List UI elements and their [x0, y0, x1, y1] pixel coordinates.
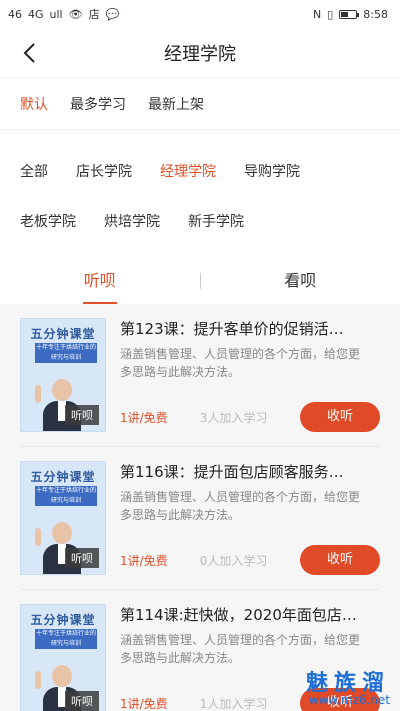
course-thumbnail: 五分钟课堂 十年专注于烘焙行业的研究与培训 听呗	[20, 461, 106, 575]
course-thumbnail: 五分钟课堂 十年专注于烘焙行业的研究与培训 听呗	[20, 604, 106, 711]
course-price: 1讲/免费	[120, 411, 168, 425]
course-info: 第123课：提升客单价的促销活… 涵盖销售管理、人员管理的各个方面，给您更多思路…	[120, 318, 380, 432]
thumbnail-tag: 听呗	[65, 405, 99, 425]
back-button[interactable]	[14, 36, 44, 70]
listen-button[interactable]: 收听	[300, 545, 380, 575]
category-newbie[interactable]: 新手学院	[188, 211, 244, 231]
network-type-icon: 4G	[28, 7, 44, 21]
bars-icon: ull	[49, 7, 63, 21]
category-filter: 全部 店长学院 经理学院 导购学院 老板学院 烘培学院 新手学院	[0, 130, 400, 246]
course-title: 第123课：提升客单价的促销活…	[120, 320, 344, 338]
course-list: 五分钟课堂 十年专注于烘焙行业的研究与培训 听呗 第123课：提升客单价的促销活…	[0, 304, 400, 711]
thumbnail-title: 五分钟课堂	[30, 613, 96, 627]
course-description: 涵盖销售管理、人员管理的各个方面，给您更多思路与此解决方法。	[120, 347, 361, 379]
category-all[interactable]: 全部	[20, 161, 48, 181]
category-boss[interactable]: 老板学院	[20, 211, 76, 231]
sort-newest[interactable]: 最新上架	[148, 94, 204, 114]
nfc-icon: N	[313, 7, 322, 21]
course-meta: 1讲/免费 3人加入学习	[120, 409, 267, 426]
course-title: 第116课：提升面包店顾客服务…	[120, 463, 344, 481]
category-manager[interactable]: 经理学院	[160, 161, 216, 181]
category-sales-guide[interactable]: 导购学院	[244, 161, 300, 181]
course-learners: 0人加入学习	[199, 554, 268, 568]
status-left: 46 4G ull 👁 店 💬	[8, 9, 119, 20]
thumbnail-subtitle: 十年专注于烘焙行业的研究与培训	[35, 343, 97, 363]
battery-icon	[339, 9, 360, 19]
status-right: N ▯ 8:58	[313, 8, 388, 21]
tab-bar: 听呗 看呗	[0, 258, 400, 304]
tab-watch[interactable]: 看呗	[201, 258, 400, 304]
course-meta: 1讲/免费 1人加入学习	[120, 695, 267, 711]
course-price: 1讲/免费	[120, 697, 168, 711]
sort-bar: 默认 最多学习 最新上架	[0, 78, 400, 130]
course-thumbnail: 五分钟课堂 十年专注于烘焙行业的研究与培训 听呗	[20, 318, 106, 432]
thumbnail-title: 五分钟课堂	[30, 470, 96, 484]
signal-icon: 46	[8, 7, 22, 21]
category-row: 老板学院 烘培学院 新手学院	[20, 196, 400, 246]
category-store-manager[interactable]: 店长学院	[76, 161, 132, 181]
chat-icon: 💬	[105, 7, 120, 21]
eye-icon: 👁	[68, 7, 83, 21]
course-card[interactable]: 五分钟课堂 十年专注于烘焙行业的研究与培训 听呗 第116课：提升面包店顾客服务…	[20, 447, 380, 590]
status-bar: 46 4G ull 👁 店 💬 N ▯ 8:58	[0, 0, 400, 28]
course-meta: 1讲/免费 0人加入学习	[120, 552, 267, 569]
clock: 8:58	[363, 7, 388, 21]
thumbnail-title: 五分钟课堂	[30, 327, 96, 341]
sort-most-learned[interactable]: 最多学习	[70, 94, 126, 114]
store-icon: 店	[88, 7, 100, 21]
tab-listen[interactable]: 听呗	[0, 258, 200, 304]
course-learners: 1人加入学习	[199, 697, 268, 711]
thumbnail-subtitle: 十年专注于烘焙行业的研究与培训	[35, 486, 97, 506]
category-row: 全部 店长学院 经理学院 导购学院	[20, 146, 400, 196]
chevron-left-icon	[23, 43, 35, 63]
thumbnail-subtitle: 十年专注于烘焙行业的研究与培训	[35, 629, 97, 649]
listen-button[interactable]: 收听	[300, 402, 380, 432]
sort-default[interactable]: 默认	[20, 94, 48, 114]
course-description: 涵盖销售管理、人员管理的各个方面，给您更多思路与此解决方法。	[120, 633, 361, 665]
page-title: 经理学院	[164, 43, 236, 65]
course-info: 第116课：提升面包店顾客服务… 涵盖销售管理、人员管理的各个方面，给您更多思路…	[120, 461, 380, 575]
course-title: 第114课:赶快做，2020年面包店…	[120, 606, 357, 624]
course-card[interactable]: 五分钟课堂 十年专注于烘焙行业的研究与培训 听呗 第123课：提升客单价的促销活…	[20, 304, 380, 447]
thumbnail-tag: 听呗	[65, 548, 99, 568]
course-learners: 3人加入学习	[199, 411, 268, 425]
vibrate-icon: ▯	[327, 7, 334, 21]
watermark-logo: 魅族溜 www.mz6.net	[306, 665, 390, 707]
category-baking[interactable]: 烘培学院	[104, 211, 160, 231]
watermark-url: www.mz6.net	[308, 693, 390, 707]
thumbnail-tag: 听呗	[65, 691, 99, 711]
course-price: 1讲/免费	[120, 554, 168, 568]
course-description: 涵盖销售管理、人员管理的各个方面，给您更多思路与此解决方法。	[120, 490, 361, 522]
nav-bar: 经理学院	[0, 28, 400, 78]
